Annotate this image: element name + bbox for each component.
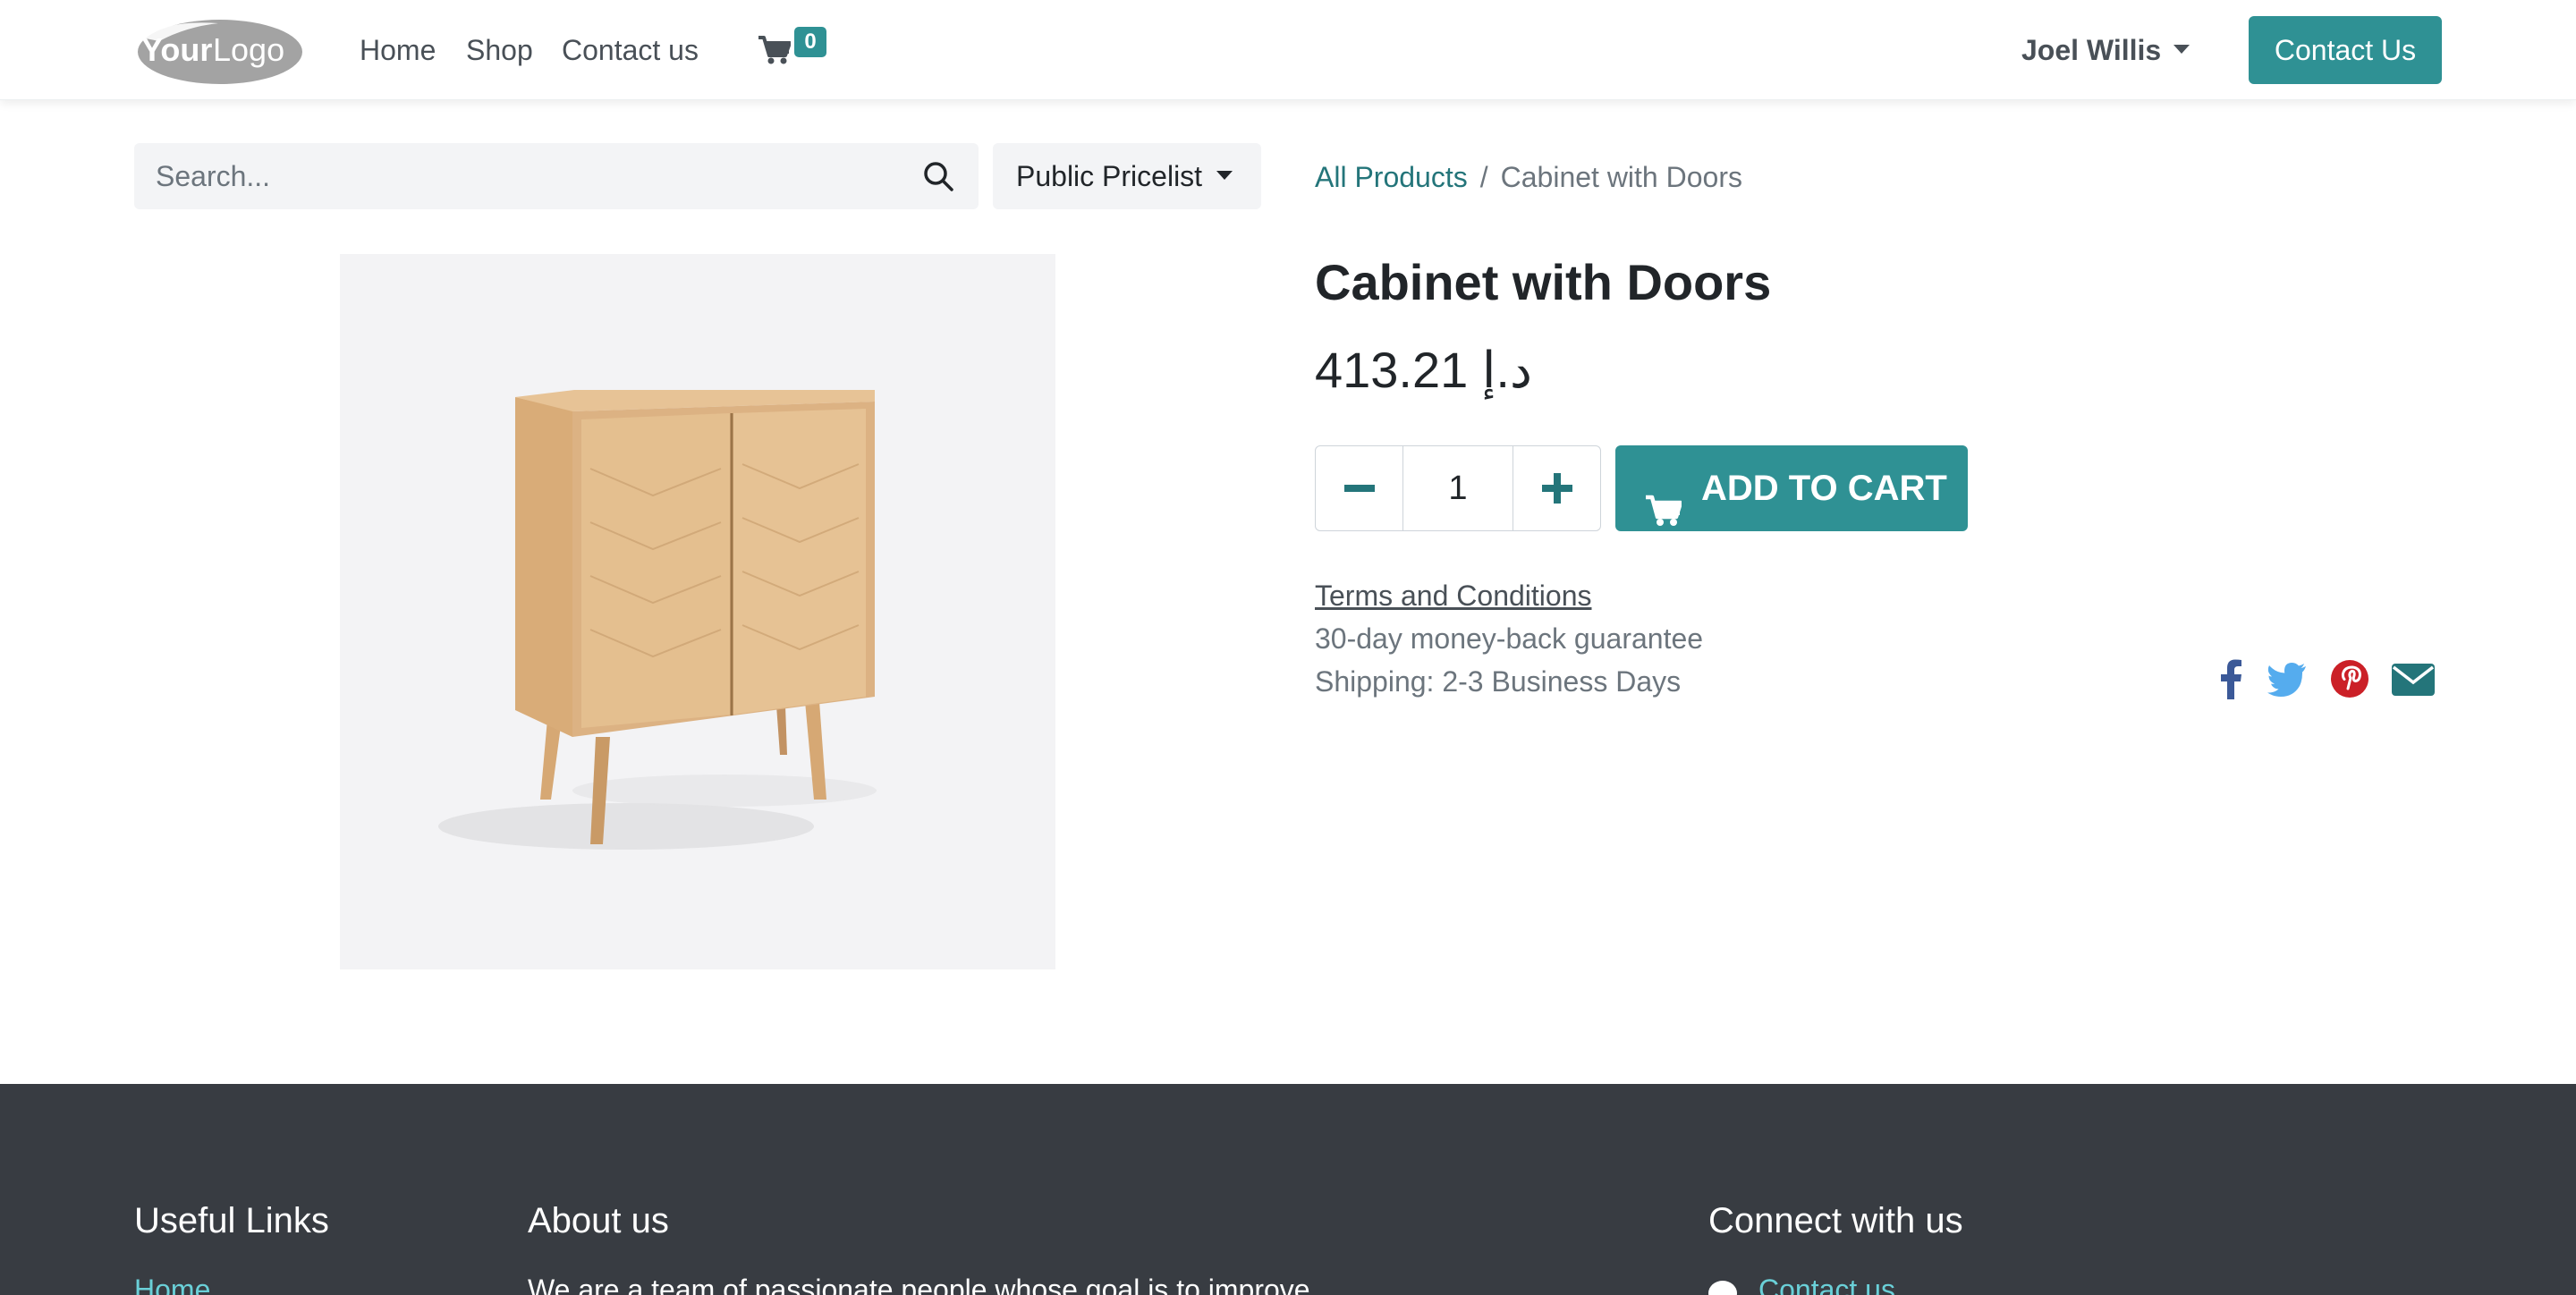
pricelist-dropdown[interactable]: Public Pricelist bbox=[993, 143, 1261, 209]
cart-icon[interactable] bbox=[758, 36, 792, 64]
quantity-input[interactable] bbox=[1403, 446, 1513, 530]
facebook-icon[interactable] bbox=[2211, 658, 2252, 699]
guarantee-text: 30-day money-back guarantee bbox=[1315, 622, 1704, 655]
user-menu[interactable]: Joel Willis bbox=[2021, 32, 2190, 68]
quantity-stepper bbox=[1315, 445, 1601, 531]
cart-count-badge[interactable]: 0 bbox=[794, 27, 826, 57]
site-header: Your Logo Home Shop Contact us 0 Joel Wi… bbox=[0, 0, 2576, 100]
nav-home[interactable]: Home bbox=[360, 32, 436, 68]
add-to-cart-label: ADD TO CART bbox=[1701, 469, 1947, 508]
cabinet-picture bbox=[438, 390, 877, 850]
logo-text-logo: Logo bbox=[213, 31, 284, 68]
nav-shop[interactable]: Shop bbox=[466, 32, 533, 68]
product-price: 413.21 د.إ bbox=[1315, 342, 1532, 398]
footer-about-heading: About us bbox=[528, 1201, 669, 1240]
site-footer: Useful Links Home About us We are a team… bbox=[0, 1084, 2576, 1295]
contact-us-button[interactable]: Contact Us bbox=[2249, 16, 2442, 84]
add-to-cart-button[interactable]: ADD TO CART bbox=[1615, 445, 1968, 531]
search-icon[interactable] bbox=[923, 161, 953, 191]
footer-useful-links-heading: Useful Links bbox=[134, 1201, 329, 1240]
caret-down-icon bbox=[1216, 170, 1233, 180]
cart-icon bbox=[1646, 472, 1683, 526]
product-image[interactable] bbox=[340, 254, 1055, 969]
envelope-icon[interactable] bbox=[2390, 658, 2436, 699]
nav-contact-us[interactable]: Contact us bbox=[562, 32, 699, 68]
pinterest-icon[interactable] bbox=[2329, 658, 2370, 699]
search-box bbox=[134, 143, 979, 209]
breadcrumb: All Products / Cabinet with Doors bbox=[1315, 159, 1742, 195]
minus-icon bbox=[1344, 485, 1375, 492]
comment-icon bbox=[1708, 1281, 1737, 1295]
footer-about-text: We are a team of passionate people whose… bbox=[528, 1274, 1310, 1295]
logo-text-your: Your bbox=[141, 31, 212, 68]
search-input[interactable] bbox=[134, 143, 903, 209]
breadcrumb-all-products[interactable]: All Products bbox=[1315, 161, 1468, 193]
logo-image: Your Logo bbox=[138, 20, 302, 84]
breadcrumb-separator: / bbox=[1479, 161, 1488, 193]
twitter-icon[interactable] bbox=[2267, 658, 2308, 699]
pricelist-selected: Public Pricelist bbox=[1016, 160, 1203, 192]
shipping-text: Shipping: 2-3 Business Days bbox=[1315, 665, 1682, 698]
logo[interactable]: Your Logo bbox=[132, 14, 304, 86]
terms-and-conditions-link[interactable]: Terms and Conditions bbox=[1315, 578, 1591, 614]
decrease-quantity-button[interactable] bbox=[1316, 446, 1403, 530]
footer-link-contact-us[interactable]: Contact us bbox=[1758, 1272, 1895, 1295]
user-name: Joel Willis bbox=[2021, 34, 2162, 66]
footer-connect-heading: Connect with us bbox=[1708, 1201, 1963, 1240]
product-title: Cabinet with Doors bbox=[1315, 254, 1772, 310]
caret-down-icon bbox=[2174, 44, 2190, 54]
increase-quantity-button[interactable] bbox=[1513, 446, 1600, 530]
breadcrumb-current: Cabinet with Doors bbox=[1500, 161, 1742, 193]
footer-link-home[interactable]: Home bbox=[134, 1272, 210, 1295]
